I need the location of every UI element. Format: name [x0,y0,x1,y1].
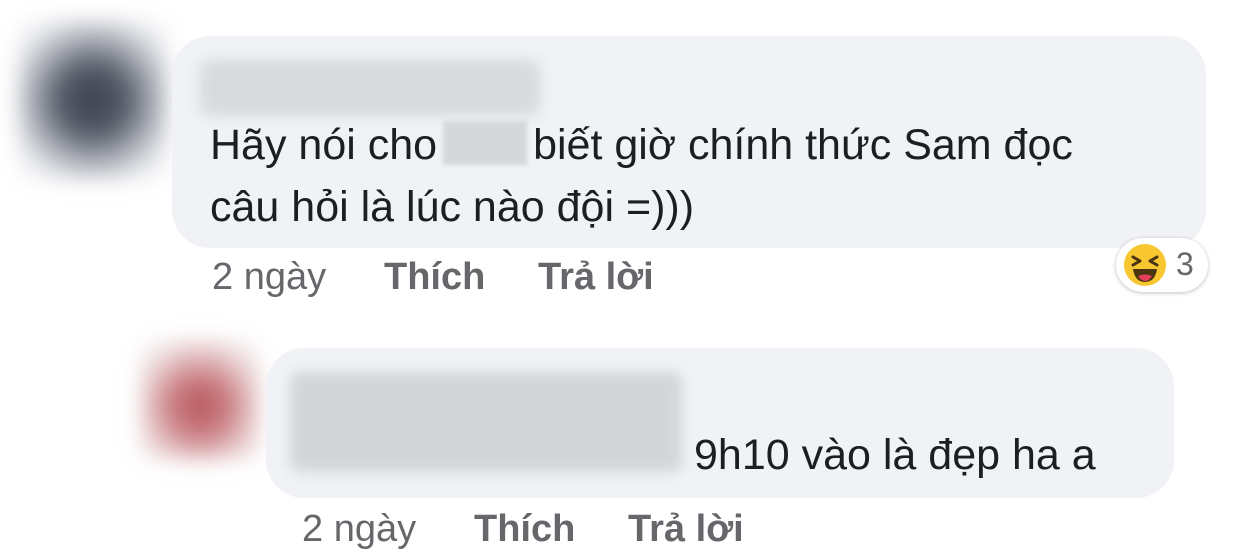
redacted-name [443,121,528,165]
comment-text-segment: biết giờ chính thức Sam đọc [533,121,1073,169]
comment-timestamp[interactable]: 2 ngày [212,256,326,299]
reaction-count: 3 [1176,246,1194,282]
avatar[interactable] [18,20,168,180]
comment-text-line: câu hỏi là lúc nào đội =))) [210,183,695,231]
laughing-emoji-icon [1124,244,1166,286]
avatar[interactable] [140,340,260,460]
comment-text-line: 9h10 vào là đẹp ha a [694,431,1096,479]
comment-timestamp[interactable]: 2 ngày [302,508,416,551]
author-name-blurred[interactable] [290,372,682,472]
like-button[interactable]: Thích [474,508,575,551]
comment-text-line: Hãy nói cho biết giờ chính thức Sam đọc [210,114,1073,176]
reaction-badge[interactable]: 3 [1116,238,1208,292]
comment-thread: Hãy nói cho biết giờ chính thức Sam đọc c… [0,0,1242,557]
reply-button[interactable]: Trả lời [628,508,744,551]
comment-text-segment: Hãy nói cho [210,121,438,169]
like-button[interactable]: Thích [384,256,485,299]
author-name-blurred[interactable] [200,60,540,116]
reply-button[interactable]: Trả lời [538,256,654,299]
